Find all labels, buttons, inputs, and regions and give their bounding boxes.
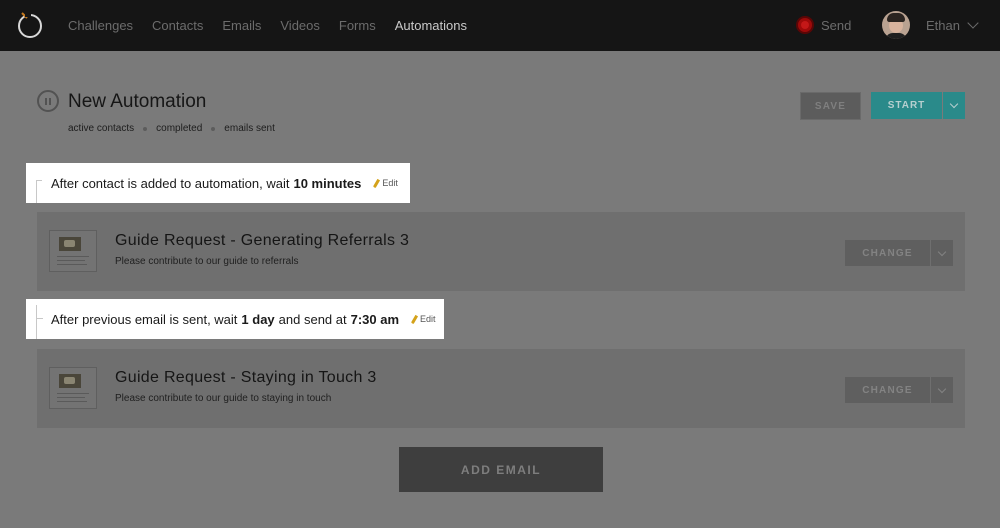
chevron-down-icon (937, 384, 947, 393)
step-connector (36, 180, 42, 203)
user-name: Ethan (926, 17, 960, 33)
save-button[interactable]: SAVE (800, 92, 861, 120)
chevron-down-icon (967, 17, 979, 29)
record-icon (796, 16, 814, 34)
start-button[interactable]: START (871, 92, 942, 119)
send-time: 7:30 am (350, 311, 400, 327)
pause-icon (45, 97, 47, 105)
nav-automations[interactable]: Automations (395, 18, 467, 33)
chevron-down-icon (937, 247, 947, 256)
nav-contacts[interactable]: Contacts (152, 18, 203, 33)
main-nav: Challenges Contacts Emails Videos Forms … (68, 0, 486, 51)
user-menu[interactable]: Ethan (882, 11, 979, 39)
logo-icon[interactable] (15, 10, 45, 40)
email-step: Guide Request - Staying in Touch 3 Pleas… (37, 349, 965, 428)
stat-active-contacts: active contacts (68, 123, 135, 134)
chevron-down-icon (949, 99, 959, 109)
email-subject: Please contribute to our guide to referr… (115, 256, 299, 267)
email-thumbnail (49, 230, 97, 272)
change-email-button[interactable]: CHANGE (845, 240, 930, 266)
step-connector (36, 305, 43, 339)
email-options-button[interactable] (931, 377, 953, 403)
email-thumbnail (49, 367, 97, 409)
stat-completed: completed (156, 123, 203, 134)
email-subject: Please contribute to our guide to stayin… (115, 393, 332, 404)
start-options-button[interactable] (943, 92, 965, 119)
wait-middle: and send at (278, 311, 347, 327)
stat-emails-sent: emails sent (224, 123, 275, 134)
edit-wait-button[interactable]: Edit (410, 314, 436, 324)
send-label: Send (821, 17, 852, 33)
wait-duration: 10 minutes (293, 175, 362, 191)
automation-stats: active contacts completed emails sent (68, 123, 275, 134)
change-email-button[interactable]: CHANGE (845, 377, 930, 403)
email-title: Guide Request - Staying in Touch 3 (115, 369, 377, 386)
email-step: Guide Request - Generating Referrals 3 P… (37, 212, 965, 291)
add-email-button[interactable]: ADD EMAIL (399, 447, 603, 492)
edit-label: Edit (382, 178, 398, 188)
separator-dot (211, 126, 216, 131)
wait-prefix: After contact is added to automation, wa… (51, 175, 290, 191)
pencil-icon (410, 314, 419, 324)
email-options-button[interactable] (931, 240, 953, 266)
email-title: Guide Request - Generating Referrals 3 (115, 232, 410, 249)
wait-step: After previous email is sent, wait 1 day… (26, 299, 444, 339)
nav-emails[interactable]: Emails (222, 18, 261, 33)
avatar (882, 11, 910, 39)
edit-label: Edit (420, 314, 436, 324)
pause-button[interactable] (37, 90, 59, 112)
top-navigation-bar: Challenges Contacts Emails Videos Forms … (0, 0, 1000, 51)
page-title[interactable]: New Automation (68, 91, 206, 113)
separator-dot (143, 126, 148, 131)
pencil-icon (373, 178, 381, 188)
wait-prefix: After previous email is sent, wait (51, 311, 238, 327)
wait-step: After contact is added to automation, wa… (26, 163, 410, 203)
nav-challenges[interactable]: Challenges (68, 18, 133, 33)
send-button[interactable]: Send (796, 16, 851, 34)
nav-forms[interactable]: Forms (339, 18, 376, 33)
nav-videos[interactable]: Videos (280, 18, 320, 33)
edit-wait-button[interactable]: Edit (373, 178, 398, 188)
wait-duration: 1 day (241, 311, 275, 327)
